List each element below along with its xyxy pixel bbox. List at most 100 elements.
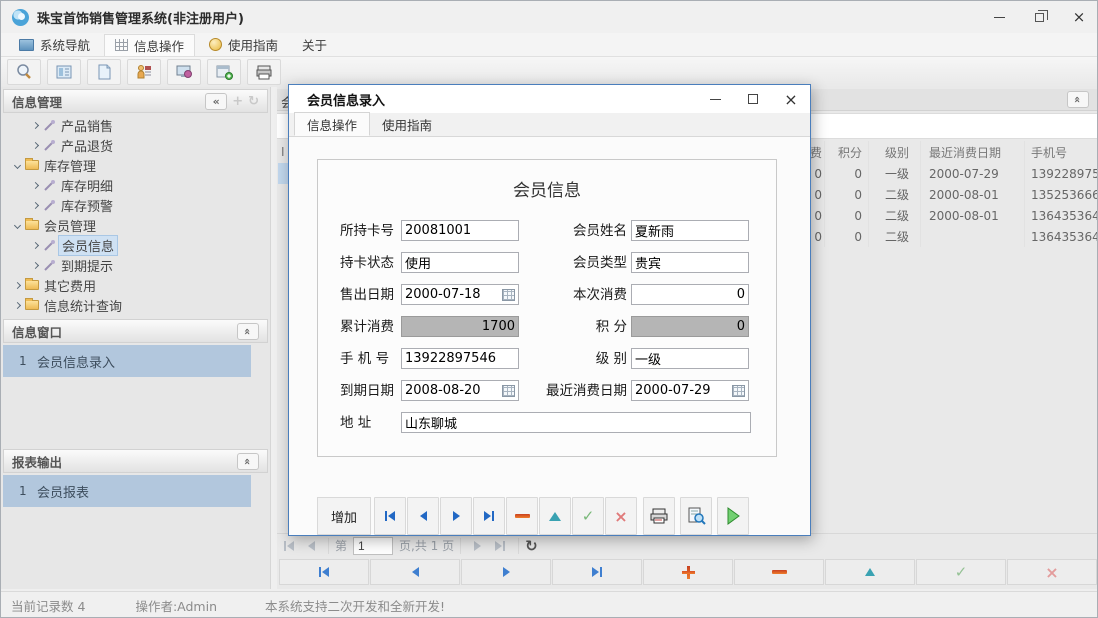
phone-field[interactable] xyxy=(401,348,519,369)
refresh-icon[interactable]: ↻ xyxy=(248,94,259,109)
nav-last-button[interactable] xyxy=(552,559,642,585)
info-window-item[interactable]: 1 会员信息录入 xyxy=(3,345,251,377)
form-list-tool-button[interactable] xyxy=(47,59,81,85)
plus-icon xyxy=(682,566,695,579)
delete-record-button[interactable] xyxy=(734,559,824,585)
collapse-content-button[interactable]: « xyxy=(1067,91,1089,108)
table-row[interactable]: 0 0 一级 2000-07-29 139228975 xyxy=(777,163,1098,184)
cancel-record-button[interactable]: × xyxy=(1007,559,1097,585)
post-record-button[interactable]: ✓ xyxy=(916,559,1006,585)
last-record-button[interactable] xyxy=(473,497,505,535)
address-field[interactable] xyxy=(401,412,751,433)
previous-record-button[interactable] xyxy=(407,497,439,535)
calendar-icon[interactable] xyxy=(502,289,515,301)
printer-tool-button[interactable] xyxy=(247,59,281,85)
page-next-button[interactable] xyxy=(474,541,481,551)
date-input[interactable] xyxy=(402,383,502,398)
table-row[interactable]: 0 0 二级 136435364 xyxy=(777,226,1098,247)
page-number-input[interactable] xyxy=(353,537,393,555)
calendar-icon[interactable] xyxy=(502,385,515,397)
date-input[interactable] xyxy=(402,287,502,302)
report-item[interactable]: 1 会员报表 xyxy=(3,475,251,507)
field-label: 积 分 xyxy=(533,316,627,338)
edit-record-button[interactable] xyxy=(539,497,571,535)
tree-item-member-info[interactable]: 会员信息 xyxy=(33,235,118,255)
sale-date-field[interactable] xyxy=(401,284,519,305)
card-number-field[interactable] xyxy=(401,220,519,241)
expiry-date-field[interactable] xyxy=(401,380,519,401)
first-record-button[interactable] xyxy=(374,497,406,535)
tree-item-inventory-management[interactable]: 库存管理 xyxy=(15,155,96,175)
column-header[interactable]: 级别 xyxy=(869,141,921,163)
minimize-button[interactable] xyxy=(979,2,1019,32)
tree-item-inventory-detail[interactable]: 库存明细 xyxy=(33,175,113,195)
close-button[interactable]: × xyxy=(1059,2,1098,32)
table-row[interactable]: 0 0 二级 2000-08-01 136435364 xyxy=(777,205,1098,226)
add-button[interactable]: 增加 xyxy=(317,497,371,535)
member-name-field[interactable] xyxy=(631,220,749,241)
column-header[interactable]: 手机号 xyxy=(1025,141,1098,163)
menu-info-operation[interactable]: 信息操作 xyxy=(104,34,195,56)
delete-record-button[interactable] xyxy=(506,497,538,535)
dialog-tab-info-operation[interactable]: 信息操作 xyxy=(294,112,370,136)
menu-user-guide[interactable]: 使用指南 xyxy=(199,34,288,56)
dialog-close-button[interactable]: × xyxy=(772,87,810,111)
collapse-sidebar-button[interactable]: « xyxy=(205,93,227,110)
folder-icon xyxy=(25,220,39,230)
column-header[interactable]: 积分 xyxy=(825,141,869,163)
column-header[interactable]: 最近消费日期 xyxy=(921,141,1025,163)
last-icon xyxy=(484,511,494,521)
print-button[interactable] xyxy=(643,497,675,535)
page-first-button[interactable] xyxy=(284,541,294,551)
cell: 二级 xyxy=(869,205,921,226)
tree-item-inventory-warning[interactable]: 库存预警 xyxy=(33,195,113,215)
menu-about[interactable]: 关于 xyxy=(292,34,337,56)
post-record-button[interactable]: ✓ xyxy=(572,497,604,535)
tree-item-member-management[interactable]: 会员管理 xyxy=(15,215,96,235)
tree-item-expiry-reminder[interactable]: 到期提示 xyxy=(33,255,113,275)
card-status-field[interactable] xyxy=(401,252,519,273)
tree-item-product-sales[interactable]: 产品销售 xyxy=(33,115,113,135)
tree-item-statistics-query[interactable]: 信息统计查询 xyxy=(15,295,122,315)
insert-record-button[interactable] xyxy=(643,559,733,585)
search-tool-button[interactable] xyxy=(7,59,41,85)
field-label: 所持卡号 xyxy=(340,220,394,242)
table-row[interactable]: 0 0 二级 2000-08-01 135253666 xyxy=(777,184,1098,205)
cancel-record-button[interactable]: × xyxy=(605,497,637,535)
level-field[interactable] xyxy=(631,348,749,369)
refresh-button[interactable]: ↻ xyxy=(525,537,538,555)
menu-system-navigation[interactable]: 系统导航 xyxy=(9,34,100,56)
document-tool-button[interactable] xyxy=(87,59,121,85)
dialog-maximize-button[interactable] xyxy=(734,87,772,111)
cell: 136435364 xyxy=(1025,226,1098,247)
dialog-minimize-button[interactable] xyxy=(696,87,734,111)
calendar-icon[interactable] xyxy=(732,385,745,397)
current-spend-field[interactable] xyxy=(631,284,749,305)
member-type-field[interactable] xyxy=(631,252,749,273)
tree-item-other-fees[interactable]: 其它费用 xyxy=(15,275,96,295)
edit-record-button[interactable] xyxy=(825,559,915,585)
print-preview-button[interactable] xyxy=(680,497,712,535)
next-icon xyxy=(503,567,510,577)
tree-item-product-returns[interactable]: 产品退货 xyxy=(33,135,113,155)
last-spend-date-field[interactable] xyxy=(631,380,749,401)
user-tasks-tool-button[interactable] xyxy=(127,59,161,85)
next-record-button[interactable] xyxy=(440,497,472,535)
add-icon[interactable]: + xyxy=(232,94,243,109)
window-add-tool-button[interactable] xyxy=(207,59,241,85)
page-last-button[interactable] xyxy=(495,541,505,551)
dialog-tab-bar: 信息操作 使用指南 xyxy=(289,113,810,137)
restore-button[interactable] xyxy=(1019,2,1059,32)
nav-previous-button[interactable] xyxy=(370,559,460,585)
collapse-panel-button[interactable]: « xyxy=(237,453,259,470)
execute-button[interactable] xyxy=(717,497,749,535)
date-input[interactable] xyxy=(632,383,732,398)
nav-next-button[interactable] xyxy=(461,559,551,585)
collapse-panel-button[interactable]: « xyxy=(237,323,259,340)
page-previous-button[interactable] xyxy=(308,541,315,551)
field-label: 会员类型 xyxy=(533,252,627,274)
minus-icon xyxy=(515,514,530,518)
dialog-tab-user-guide[interactable]: 使用指南 xyxy=(370,112,444,136)
nav-first-button[interactable] xyxy=(279,559,369,585)
monitor-globe-tool-button[interactable] xyxy=(167,59,201,85)
